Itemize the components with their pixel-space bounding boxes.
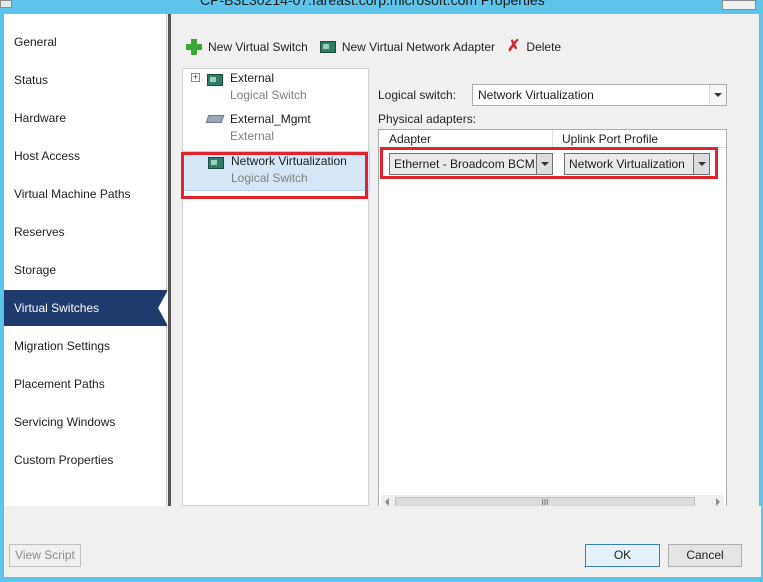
new-virtual-switch-label: New Virtual Switch [208,40,308,54]
switch-type: Logical Switch [230,88,307,102]
window-title: CP-B3L30214-07.fareast.corp.microsoft.co… [200,0,545,8]
sidebar-item-reserves[interactable]: Reserves [4,214,167,250]
sidebar-item-status[interactable]: Status [4,62,167,98]
logical-switch-value: Network Virtualization [478,88,594,102]
close-button[interactable] [722,0,756,10]
switch-name: External_Mgmt [230,112,311,126]
sidebar-item-host-access[interactable]: Host Access [4,138,167,174]
view-script-button[interactable]: View Script [9,544,81,567]
dialog-footer: View Script OK Cancel [4,506,761,577]
column-adapter: Adapter [389,132,432,146]
selection-pointer [158,290,168,326]
switch-item-network-virtualization[interactable]: Network Virtualization Logical Switch [183,151,370,191]
chevron-down-icon [536,154,552,174]
switch-name: External [230,71,275,85]
plus-icon [186,39,202,55]
adapter-select[interactable]: Ethernet - Broadcom BCM [389,153,553,175]
delete-label: Delete [526,40,562,54]
switch-item-external-mgmt[interactable]: External_Mgmt External [183,110,370,150]
new-virtual-network-adapter-button[interactable]: New Virtual Network Adapter [316,36,499,58]
sidebar-divider [168,14,171,506]
title-bar: CP-B3L30214-07.fareast.corp.microsoft.co… [0,0,763,14]
uplink-port-profile-select[interactable]: Network Virtualization [564,153,710,175]
sidebar-nav: General Status Hardware Host Access Virt… [4,14,168,506]
switch-type: Logical Switch [231,171,308,185]
scroll-left-icon[interactable] [385,498,389,506]
ok-button[interactable]: OK [585,544,660,567]
sidebar-item-virtual-machine-paths[interactable]: Virtual Machine Paths [4,176,167,212]
delete-icon: ✗ [507,38,521,55]
network-adapter-icon [207,74,223,86]
sidebar-item-servicing-windows[interactable]: Servicing Windows [4,404,167,440]
physical-adapters-grid: Adapter Uplink Port Profile Ethernet - B… [378,129,727,513]
sidebar-item-migration-settings[interactable]: Migration Settings [4,328,167,364]
window-icon [0,0,12,8]
expand-icon[interactable]: + [191,73,200,82]
sidebar-item-general[interactable]: General [4,24,167,60]
new-virtual-network-adapter-label: New Virtual Network Adapter [341,40,496,54]
switch-type: External [230,129,275,143]
network-adapter-icon [319,41,336,53]
sidebar-item-virtual-switches[interactable]: Virtual Switches [4,290,167,326]
chevron-down-icon [693,154,709,174]
column-uplink-port-profile: Uplink Port Profile [562,132,659,146]
properties-window: General Status Hardware Host Access Virt… [3,14,761,577]
cancel-button[interactable]: Cancel [668,544,742,567]
network-cable-icon [205,115,225,123]
sidebar-item-custom-properties[interactable]: Custom Properties [4,442,167,478]
adapter-value: Ethernet - Broadcom BCM [394,157,535,171]
network-adapter-icon [208,157,224,169]
sidebar-item-storage[interactable]: Storage [4,252,167,288]
grid-header: Adapter Uplink Port Profile [379,130,726,148]
toolbar: New Virtual Switch New Virtual Network A… [182,34,742,60]
delete-button[interactable]: ✗ Delete [503,36,565,58]
virtual-switches-panel: New Virtual Switch New Virtual Network A… [174,28,744,513]
scroll-right-icon[interactable] [716,498,720,506]
uplink-port-profile-value: Network Virtualization [569,157,685,171]
window-bottom-border [0,577,763,582]
sidebar-item-hardware[interactable]: Hardware [4,100,167,136]
switch-list: + External Logical Switch External_Mgmt … [182,68,370,506]
chevron-down-icon [709,85,726,105]
column-divider [552,130,553,148]
switch-item-external[interactable]: + External Logical Switch [183,69,370,109]
switch-details: Logical switch: Network Virtualization P… [378,68,738,513]
physical-adapters-label: Physical adapters: [378,112,477,126]
switch-name: Network Virtualization [231,154,347,168]
logical-switch-label: Logical switch: [378,88,457,102]
logical-switch-select[interactable]: Network Virtualization [472,84,727,106]
sidebar-item-placement-paths[interactable]: Placement Paths [4,366,167,402]
new-virtual-switch-button[interactable]: New Virtual Switch [182,36,312,58]
